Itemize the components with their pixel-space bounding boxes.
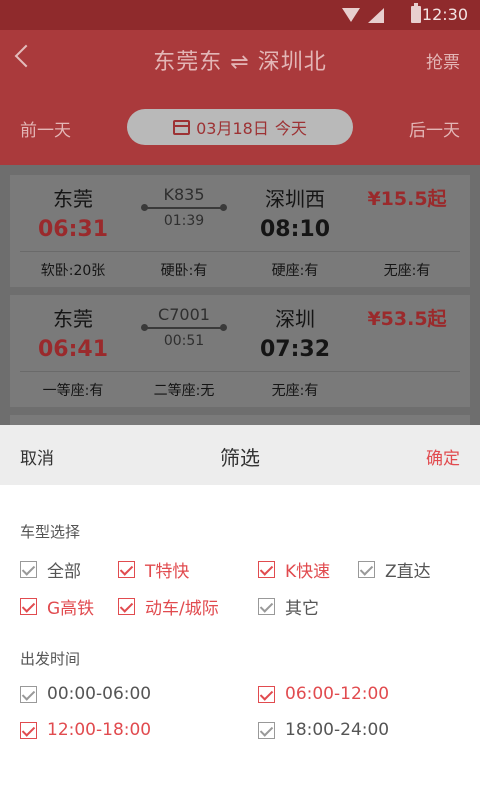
option-label: G高铁: [47, 599, 95, 619]
depart-time: 06:31: [37, 217, 109, 242]
train-card[interactable]: [10, 415, 470, 425]
option-label: 动车/城际: [145, 599, 219, 619]
date-text: 03月18日: [196, 119, 269, 138]
option-time-18-24[interactable]: 18:00-24:00: [258, 720, 389, 740]
from-station: 东莞: [53, 307, 93, 331]
status-bar: 12:30: [0, 0, 480, 30]
price: ¥15.5起: [367, 188, 447, 210]
to-station: 深圳西: [265, 187, 325, 211]
option-label: 00:00-06:00: [47, 684, 152, 704]
depart-time: 06:41: [37, 337, 109, 362]
seat-info: 二等座:无: [153, 383, 215, 399]
train-number: K835: [163, 185, 205, 204]
date-selector[interactable]: 03月18日 今天: [127, 109, 353, 145]
to-station: 深圳: [275, 307, 315, 331]
train-list: 东莞 06:31 K835 01:39 深圳西 08:10 ¥15.5起 软卧:…: [0, 165, 480, 425]
seat-info: 无座:有: [271, 383, 319, 399]
weekday-text: 今天: [274, 119, 307, 138]
filter-header: 取消 筛选 确定: [0, 425, 480, 485]
checkbox-icon: [20, 598, 37, 615]
route-title: 东莞东 ⇌ 深圳北: [0, 44, 480, 76]
duration: 01:39: [163, 213, 205, 229]
checkbox-icon: [20, 721, 37, 739]
app-header: 东莞东 ⇌ 深圳北 抢票 前一天 03月18日 今天 后一天: [0, 30, 480, 165]
train-card[interactable]: 东莞 06:41 C7001 00:51 深圳 07:32 ¥53.5起 一等座…: [10, 295, 470, 407]
filter-title: 筛选: [220, 446, 260, 470]
checkbox-icon: [118, 598, 135, 615]
swap-icon[interactable]: ⇌: [230, 50, 249, 75]
option-t-express[interactable]: T特快: [118, 557, 189, 582]
option-other[interactable]: 其它: [258, 594, 319, 619]
option-label: K快速: [285, 562, 331, 582]
option-label: 18:00-24:00: [285, 720, 390, 740]
price: ¥53.5起: [367, 308, 447, 330]
train-number: C7001: [158, 305, 210, 324]
checkbox-icon: [358, 561, 375, 578]
option-label: 06:00-12:00: [285, 684, 390, 704]
seat-info: 无座:有: [383, 263, 431, 279]
option-label: 全部: [47, 562, 81, 582]
seat-info: 硬座:有: [271, 263, 319, 279]
option-k-fast[interactable]: K快速: [258, 557, 330, 582]
divider: [20, 251, 460, 252]
filter-panel: 车型选择 全部 T特快 K快速 Z直达 G高铁 动车/城际 其它 出发时间 00…: [0, 485, 480, 800]
seat-info: 一等座:有: [42, 383, 104, 399]
checkbox-icon: [258, 685, 275, 703]
option-time-06-12[interactable]: 06:00-12:00: [258, 684, 389, 704]
battery-icon: [411, 3, 421, 23]
checkbox-icon: [20, 561, 37, 578]
option-all[interactable]: 全部: [20, 557, 81, 582]
option-z-direct[interactable]: Z直达: [358, 557, 431, 582]
calendar-icon: [173, 119, 191, 135]
route-line: [141, 204, 227, 211]
confirm-button[interactable]: 确定: [426, 444, 460, 469]
grab-ticket-button[interactable]: 抢票: [426, 48, 460, 73]
checkbox-icon: [258, 598, 275, 615]
seat-info: 软卧:20张: [40, 263, 106, 279]
arrive-time: 08:10: [259, 217, 331, 242]
train-type-title: 车型选择: [20, 523, 81, 541]
option-time-00-06[interactable]: 00:00-06:00: [20, 684, 151, 704]
checkbox-icon: [258, 561, 275, 578]
divider: [20, 371, 460, 372]
status-time: 12:30: [421, 5, 468, 24]
next-day-button[interactable]: 后一天: [409, 116, 460, 141]
from-station: 东莞东: [153, 50, 223, 75]
checkbox-icon: [258, 721, 275, 739]
option-g-highspeed[interactable]: G高铁: [20, 594, 94, 619]
from-station: 东莞: [53, 187, 93, 211]
to-station: 深圳北: [257, 50, 327, 75]
duration: 00:51: [163, 333, 205, 349]
arrive-time: 07:32: [259, 337, 331, 362]
route-line: [141, 324, 227, 331]
option-label: Z直达: [385, 562, 431, 582]
option-label: 其它: [285, 599, 319, 619]
option-label: 12:00-18:00: [47, 720, 152, 740]
seat-info: 硬卧:有: [160, 263, 208, 279]
checkbox-icon: [118, 561, 135, 578]
signal-icon: [368, 8, 384, 23]
checkbox-icon: [20, 685, 37, 703]
option-emu-intercity[interactable]: 动车/城际: [118, 594, 219, 619]
option-label: T特快: [145, 562, 190, 582]
prev-day-button[interactable]: 前一天: [20, 116, 71, 141]
wifi-icon: [342, 8, 360, 22]
depart-time-title: 出发时间: [20, 650, 81, 668]
train-card[interactable]: 东莞 06:31 K835 01:39 深圳西 08:10 ¥15.5起 软卧:…: [10, 175, 470, 287]
option-time-12-18[interactable]: 12:00-18:00: [20, 720, 151, 740]
